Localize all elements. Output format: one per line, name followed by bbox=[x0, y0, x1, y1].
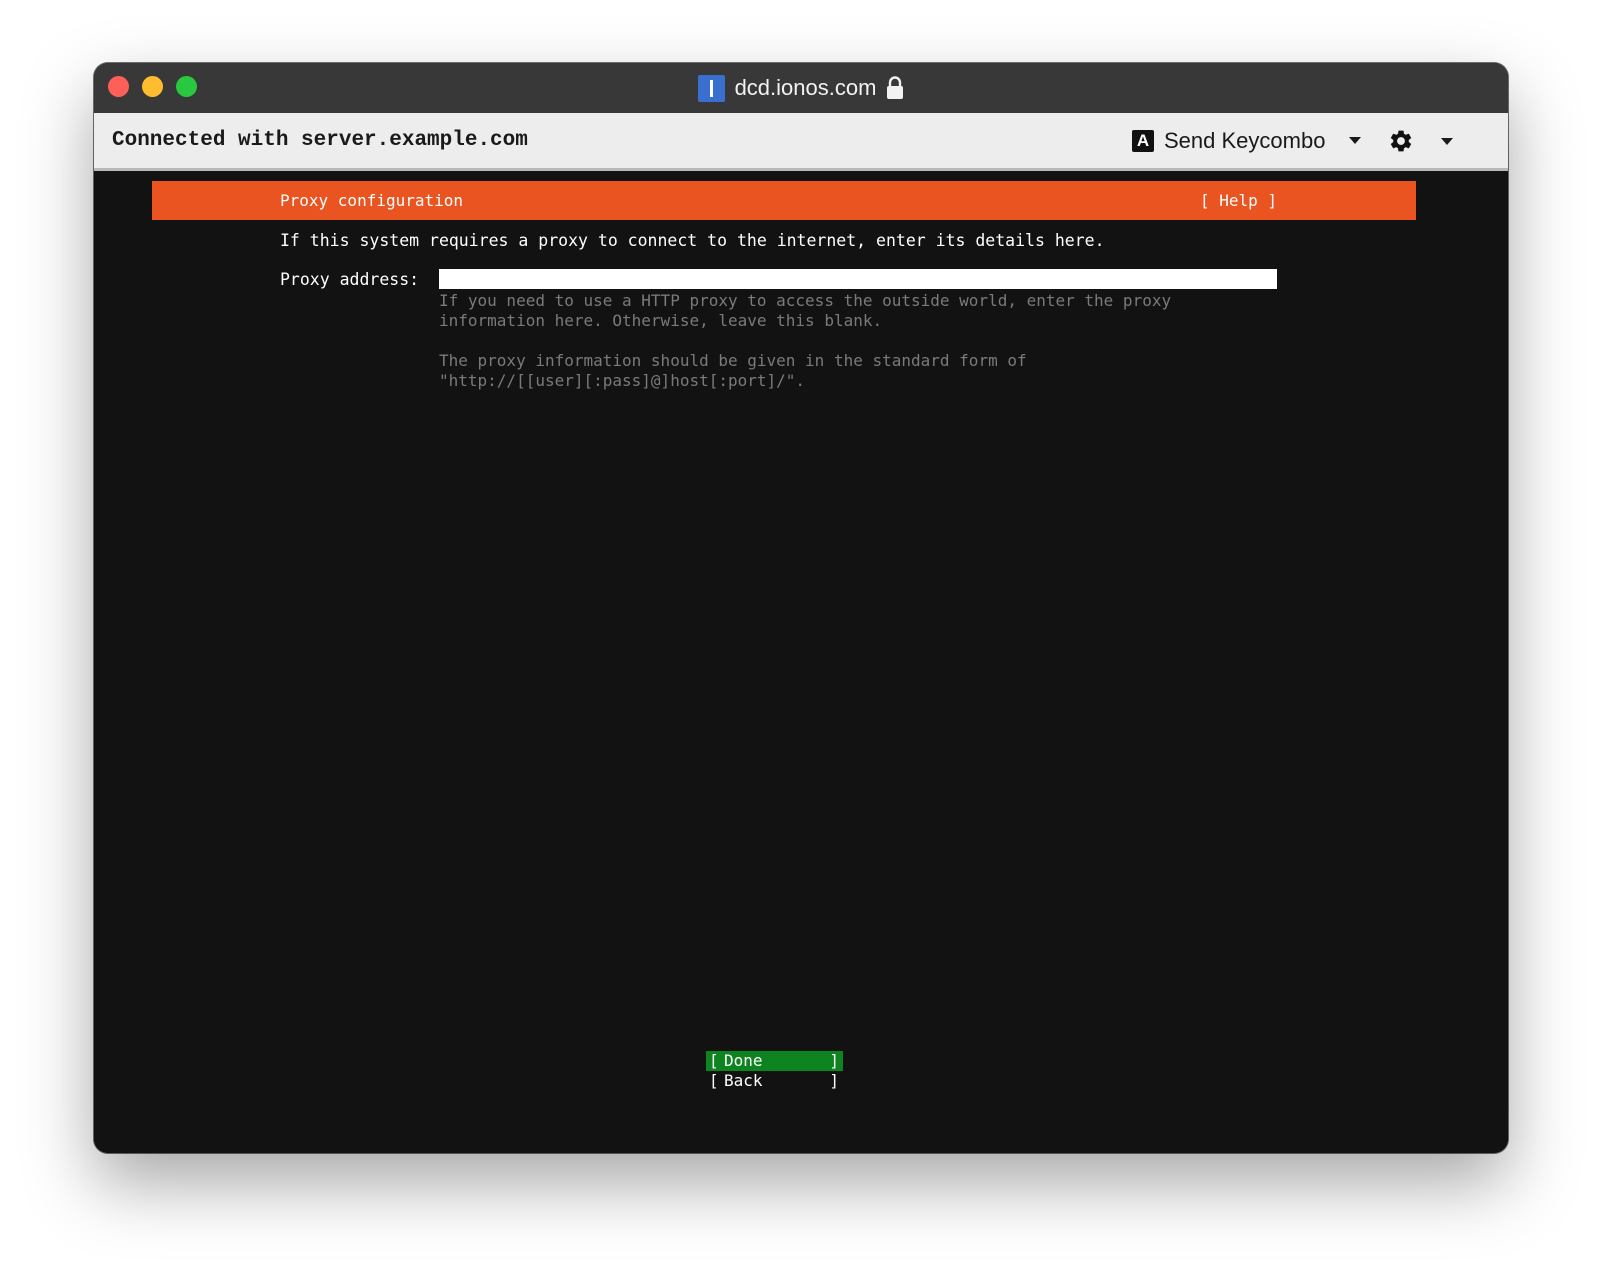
keycombo-a-icon: A bbox=[1132, 129, 1154, 152]
gear-icon[interactable] bbox=[1388, 128, 1414, 154]
done-button[interactable]: [ Done ] bbox=[706, 1051, 843, 1071]
intro-text: If this system requires a proxy to conne… bbox=[280, 231, 1105, 250]
proxy-hint-paragraph: If you need to use a HTTP proxy to acces… bbox=[439, 291, 1172, 330]
help-button[interactable]: [ Help ] bbox=[1200, 181, 1277, 220]
send-keycombo-label: Send Keycombo bbox=[1164, 127, 1326, 153]
proxy-format-hint: The proxy information should be given in… bbox=[439, 351, 1027, 390]
chevron-down-icon bbox=[1349, 137, 1362, 144]
window-title: dcd.ionos.com bbox=[94, 63, 1508, 113]
ionos-favicon-icon bbox=[697, 74, 725, 102]
chevron-down-icon[interactable] bbox=[1441, 138, 1453, 145]
window-domain: dcd.ionos.com bbox=[734, 75, 877, 100]
console-toolbar: Connected with server.example.com A Send… bbox=[94, 113, 1508, 171]
proxy-address-input[interactable] bbox=[439, 269, 1277, 289]
remote-console[interactable]: Proxy configuration [ Help ] If this sys… bbox=[94, 171, 1508, 1153]
browser-window: dcd.ionos.com Connected with server.exam… bbox=[94, 63, 1508, 1153]
proxy-address-label: Proxy address: bbox=[280, 270, 420, 289]
installer-header-bar: Proxy configuration [ Help ] bbox=[152, 181, 1416, 220]
send-keycombo-button[interactable]: A Send Keycombo bbox=[1132, 113, 1362, 168]
connection-status: Connected with server.example.com bbox=[112, 129, 528, 152]
window-titlebar: dcd.ionos.com bbox=[94, 63, 1508, 114]
done-button-label: Done bbox=[724, 1051, 763, 1070]
bracket-open: [ bbox=[709, 1071, 719, 1090]
back-button-label: Back bbox=[724, 1071, 763, 1090]
back-button[interactable]: [ Back ] bbox=[706, 1071, 843, 1091]
bracket-open: [ bbox=[709, 1051, 719, 1070]
installer-title: Proxy configuration bbox=[280, 191, 464, 210]
bracket-close: ] bbox=[829, 1071, 839, 1090]
lock-icon bbox=[887, 76, 904, 99]
bracket-close: ] bbox=[829, 1051, 839, 1070]
